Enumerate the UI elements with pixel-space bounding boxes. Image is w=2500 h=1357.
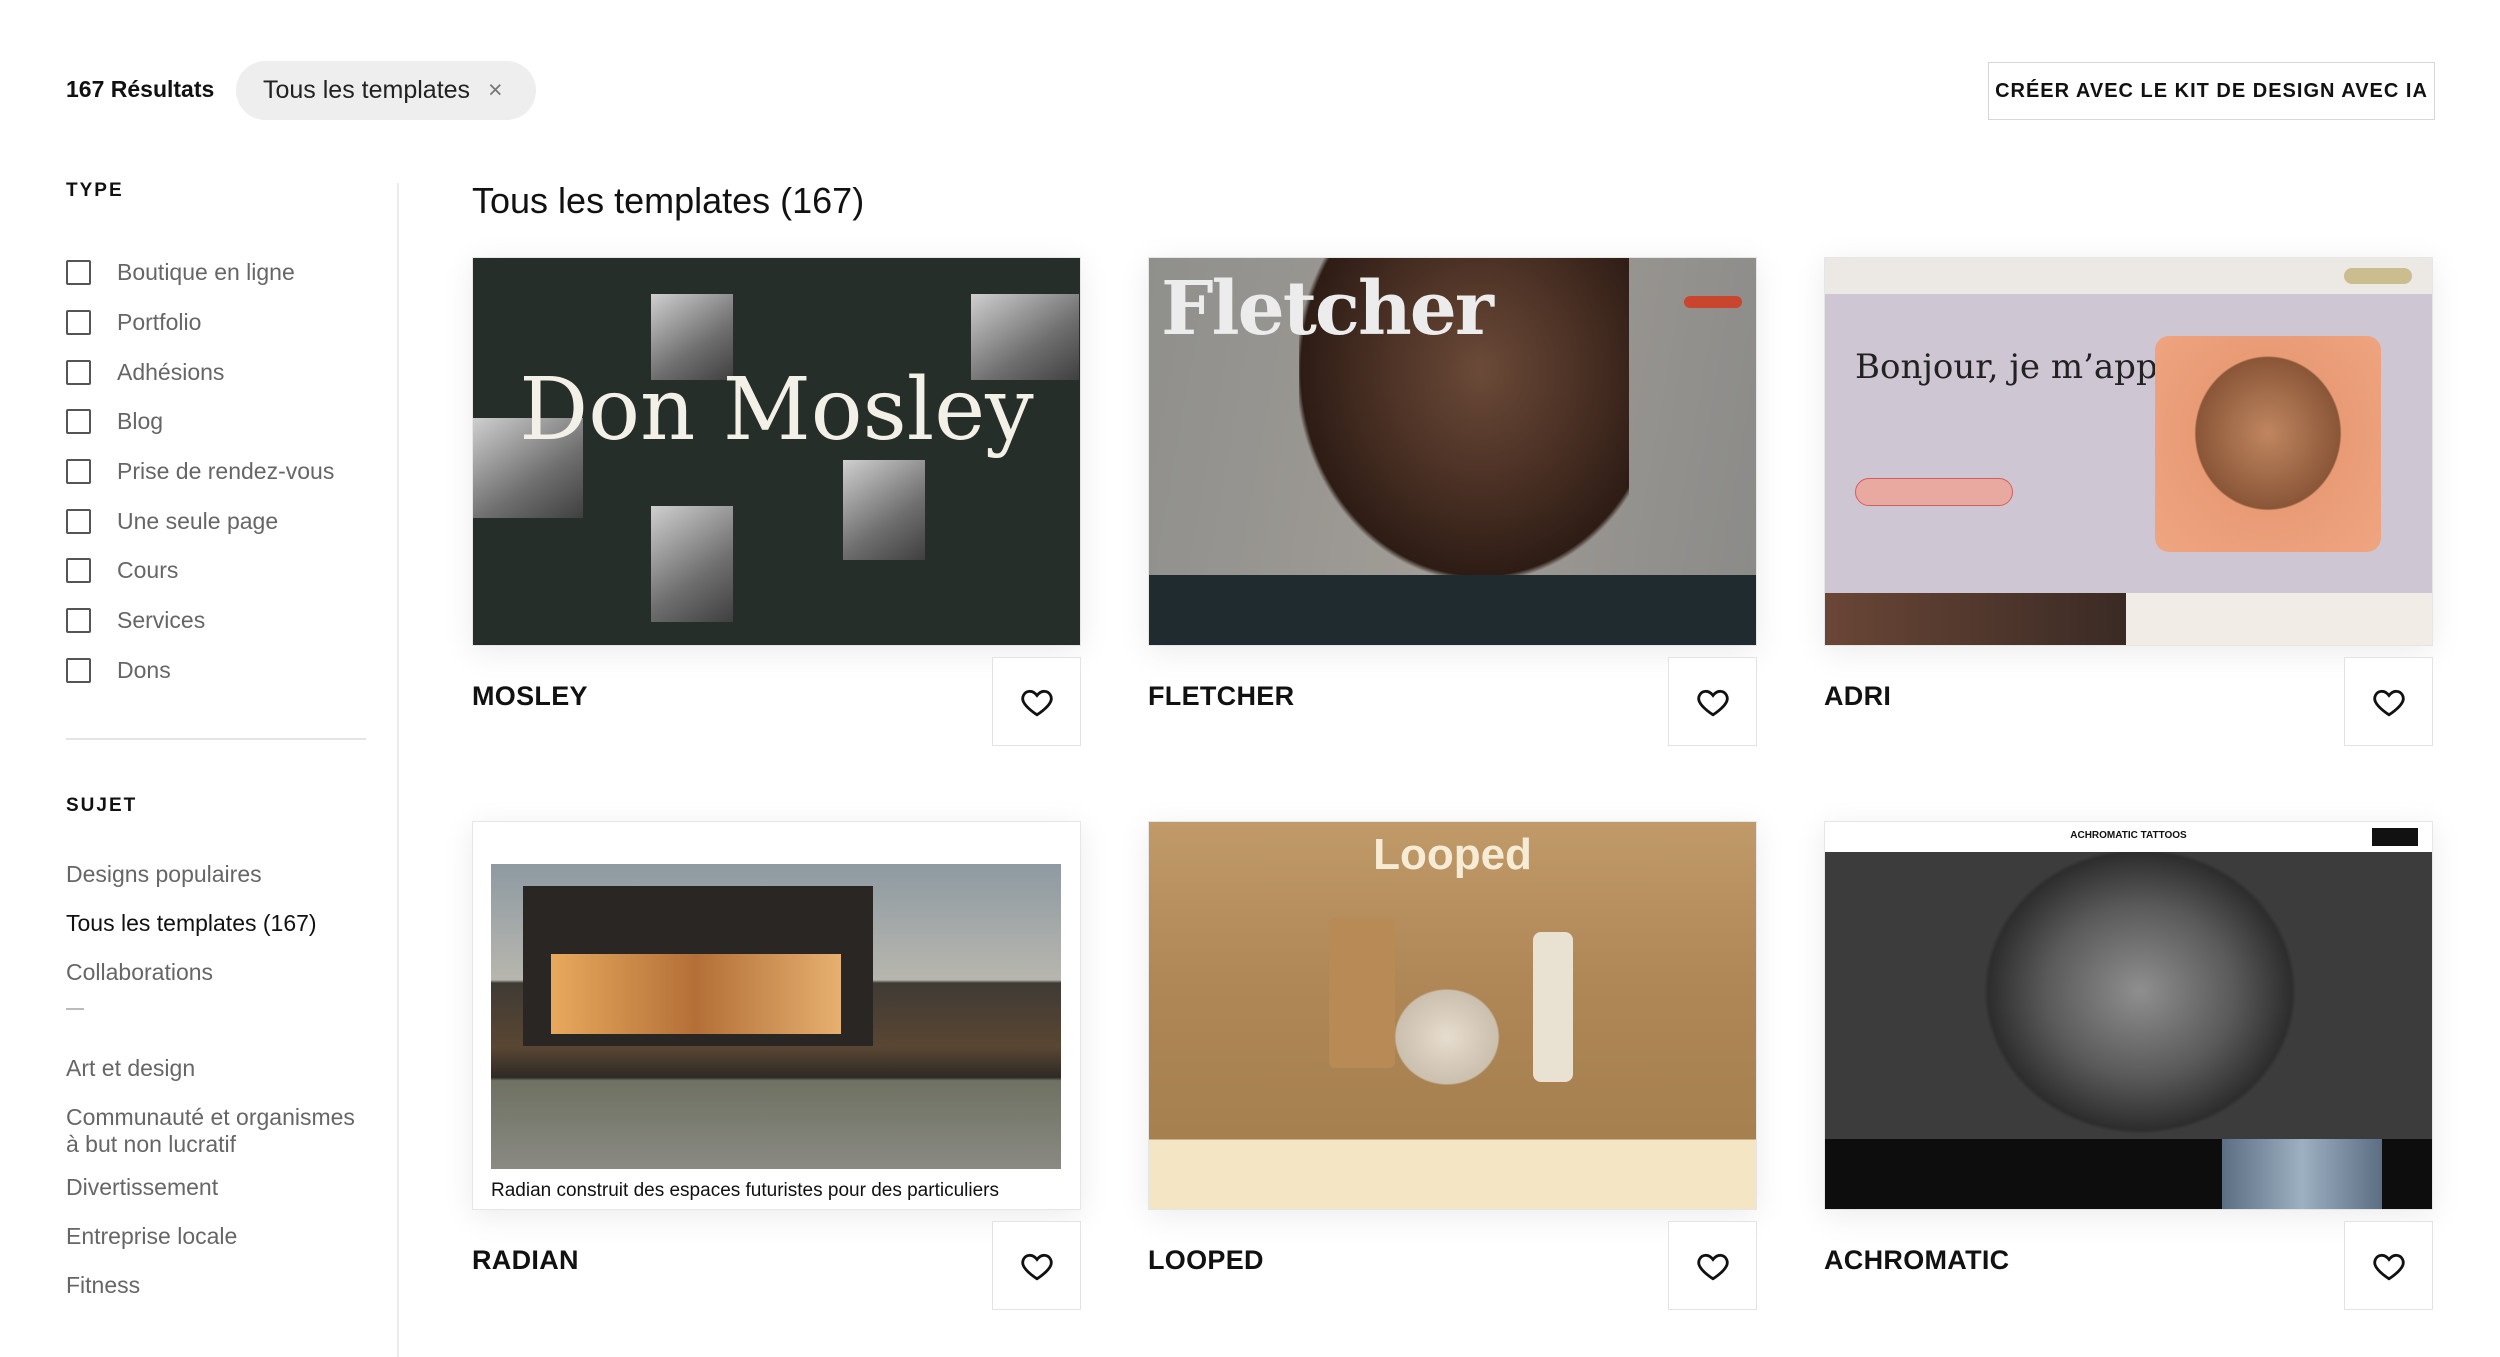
checkbox[interactable] [66,359,91,385]
subject-item[interactable]: Fitness [66,1272,366,1299]
preview-photo [2155,336,2381,552]
type-filter-label: Services [117,607,206,634]
subject-section-title: SUJET [66,795,138,816]
subject-item[interactable]: Collaborations [66,959,366,986]
filter-chip-label: Tous les templates [263,76,471,104]
subject-filter-list: Designs populaires Tous les templates (1… [66,861,366,1321]
preview-button [1855,478,2013,506]
preview-section [2126,593,2432,645]
template-preview[interactable]: Fletcher [1148,257,1757,646]
preview-heading: Fletcher [1161,266,1494,352]
subject-item[interactable]: Art et design [66,1055,366,1082]
template-preview[interactable]: Looped [1148,821,1757,1210]
type-filter-item[interactable]: Portfolio [66,298,366,348]
preview-button [1684,296,1742,308]
preview-heading: Looped [1373,830,1532,879]
preview-caption: Radian construit des espaces futuristes … [491,1180,999,1201]
ai-design-kit-button[interactable]: CRÉER AVEC LE KIT DE DESIGN AVEC IA [1988,62,2435,120]
favorite-button[interactable] [992,657,1081,746]
favorite-button[interactable] [992,1221,1081,1310]
checkbox[interactable] [66,657,91,683]
subject-item[interactable]: Communauté et organismes à but non lucra… [66,1104,366,1158]
page-title: Tous les templates (167) [472,180,865,221]
preview-button [2372,828,2418,846]
type-filter-label: Blog [117,408,164,435]
preview-window-glow [551,954,841,1034]
type-filter-label: Une seule page [117,507,279,534]
preview-heading: ACHROMATIC TATTOOS [2070,830,2187,841]
preview-heading: Don Mosley [519,360,1034,460]
template-name[interactable]: ADRI [1824,681,1891,712]
favorite-button[interactable] [1668,1221,1757,1310]
preview-photo [1825,593,2128,645]
type-filter-label: Prise de rendez-vous [117,458,335,485]
type-filter-item[interactable]: Services [66,596,366,646]
subject-item[interactable]: Divertissement [66,1174,366,1201]
template-preview[interactable]: Radian construit des espaces futuristes … [472,821,1081,1210]
checkbox[interactable] [66,260,91,286]
heart-icon [1020,1253,1053,1280]
heart-icon [1696,1253,1729,1280]
type-filter-item[interactable]: Dons [66,646,366,696]
preview-button [2344,268,2412,284]
type-filter-item[interactable]: Boutique en ligne [66,248,366,298]
preview-object [1387,982,1507,1092]
heart-icon [1020,689,1053,716]
type-filter-list: Boutique en ligne Portfolio Adhésions Bl… [66,248,366,695]
template-name[interactable]: FLETCHER [1148,681,1294,712]
preview-footer [1149,575,1756,645]
template-preview[interactable]: ACHROMATIC TATTOOS [1824,821,2433,1210]
template-preview[interactable]: Don Mosley [472,257,1081,646]
filter-sidebar: TYPE Boutique en ligne Portfolio Adhésio… [66,180,366,1298]
sidebar-vertical-divider [397,183,399,1357]
heart-icon [1696,689,1729,716]
favorite-button[interactable] [2344,1221,2433,1310]
type-filter-item[interactable]: Prise de rendez-vous [66,447,366,497]
type-filter-label: Cours [117,557,179,584]
type-filter-label: Portfolio [117,309,202,336]
favorite-button[interactable] [1668,657,1757,746]
preview-photo [2222,1139,2382,1209]
top-bar: 167 Résultats Tous les templates × CRÉER… [0,0,2500,140]
heart-icon [2372,689,2405,716]
checkbox[interactable] [66,508,91,534]
preview-photo [651,506,733,622]
checkbox[interactable] [66,459,91,485]
template-name[interactable]: ACHROMATIC [1824,1245,2009,1276]
subject-item[interactable]: Designs populaires [66,861,366,888]
type-filter-item[interactable]: Cours [66,546,366,596]
sidebar-divider [66,738,366,740]
active-filter-chip[interactable]: Tous les templates × [236,61,536,120]
subject-item[interactable]: Entreprise locale [66,1223,366,1250]
type-section-title: TYPE [66,180,124,201]
template-name[interactable]: LOOPED [1148,1245,1264,1276]
preview-photo [491,864,1061,1169]
subject-item-active[interactable]: Tous les templates (167) [66,910,366,937]
results-count: 167 Résultats [66,76,215,102]
heart-icon [2372,1253,2405,1280]
type-filter-label: Dons [117,656,171,683]
template-name[interactable]: RADIAN [472,1245,579,1276]
preview-photo [843,460,925,560]
checkbox[interactable] [66,558,91,584]
template-name[interactable]: MOSLEY [472,681,588,712]
preview-photo [1975,852,2305,1142]
preview-navbar [1825,258,2432,294]
checkbox[interactable] [66,310,91,336]
checkbox[interactable] [66,608,91,634]
checkbox[interactable] [66,409,91,435]
type-filter-item[interactable]: Adhésions [66,347,366,397]
type-filter-item[interactable]: Une seule page [66,496,366,546]
preview-object [1329,918,1395,1068]
close-icon[interactable]: × [488,78,503,103]
type-filter-label: Boutique en ligne [117,259,295,286]
type-filter-item[interactable]: Blog [66,397,366,447]
preview-object [1533,932,1573,1082]
template-preview[interactable]: Bonjour, je m’appelle Adri. [1824,257,2433,646]
favorite-button[interactable] [2344,657,2433,746]
subject-separator [66,1008,84,1010]
type-filter-label: Adhésions [117,358,225,385]
